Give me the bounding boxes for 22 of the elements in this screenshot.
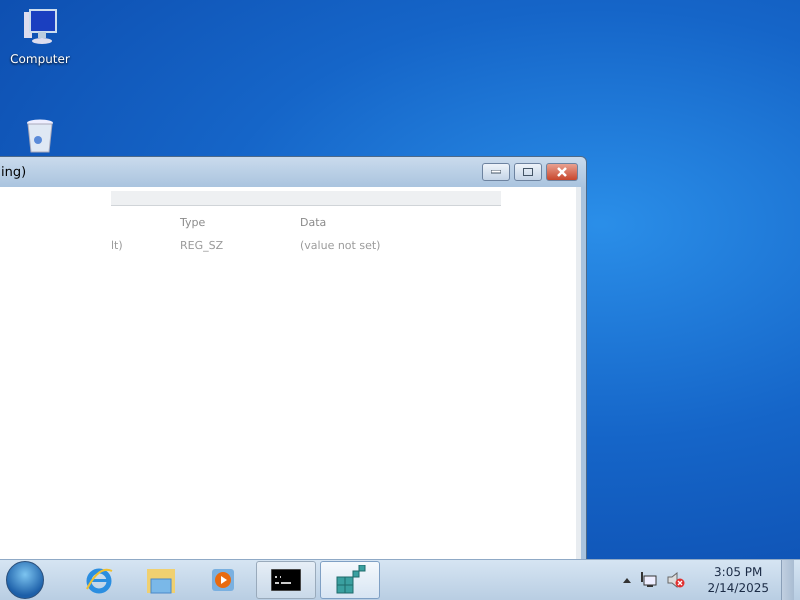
table-cell-text: (value not set): [300, 238, 382, 252]
clock-time[interactable]: 3:05 PM: [714, 564, 762, 580]
taskbar-button[interactable]: [256, 561, 316, 599]
minimize-icon: [491, 170, 501, 174]
close-icon: [557, 167, 567, 177]
command-prompt-icon: [271, 569, 301, 591]
table-cell-text: lt): [111, 238, 124, 252]
scroll-bar[interactable]: [576, 187, 581, 559]
table-cell-text: REG_SZ: [180, 238, 224, 252]
network-icon[interactable]: [641, 572, 658, 588]
icon-label: Computer: [10, 52, 70, 66]
media-player-icon[interactable]: [210, 567, 236, 593]
maximize-button[interactable]: [514, 163, 542, 181]
trash-can-icon[interactable]: [24, 118, 56, 154]
minimize-button[interactable]: [482, 163, 510, 181]
maximize-icon: [523, 168, 533, 176]
close-button[interactable]: [546, 163, 578, 181]
caret-up-icon[interactable]: [623, 578, 632, 582]
clock-date[interactable]: 2/14/2025: [707, 580, 769, 596]
start-button[interactable]: [6, 561, 44, 599]
muted-speaker-icon[interactable]: [667, 572, 686, 588]
window-title: ing): [1, 164, 28, 180]
